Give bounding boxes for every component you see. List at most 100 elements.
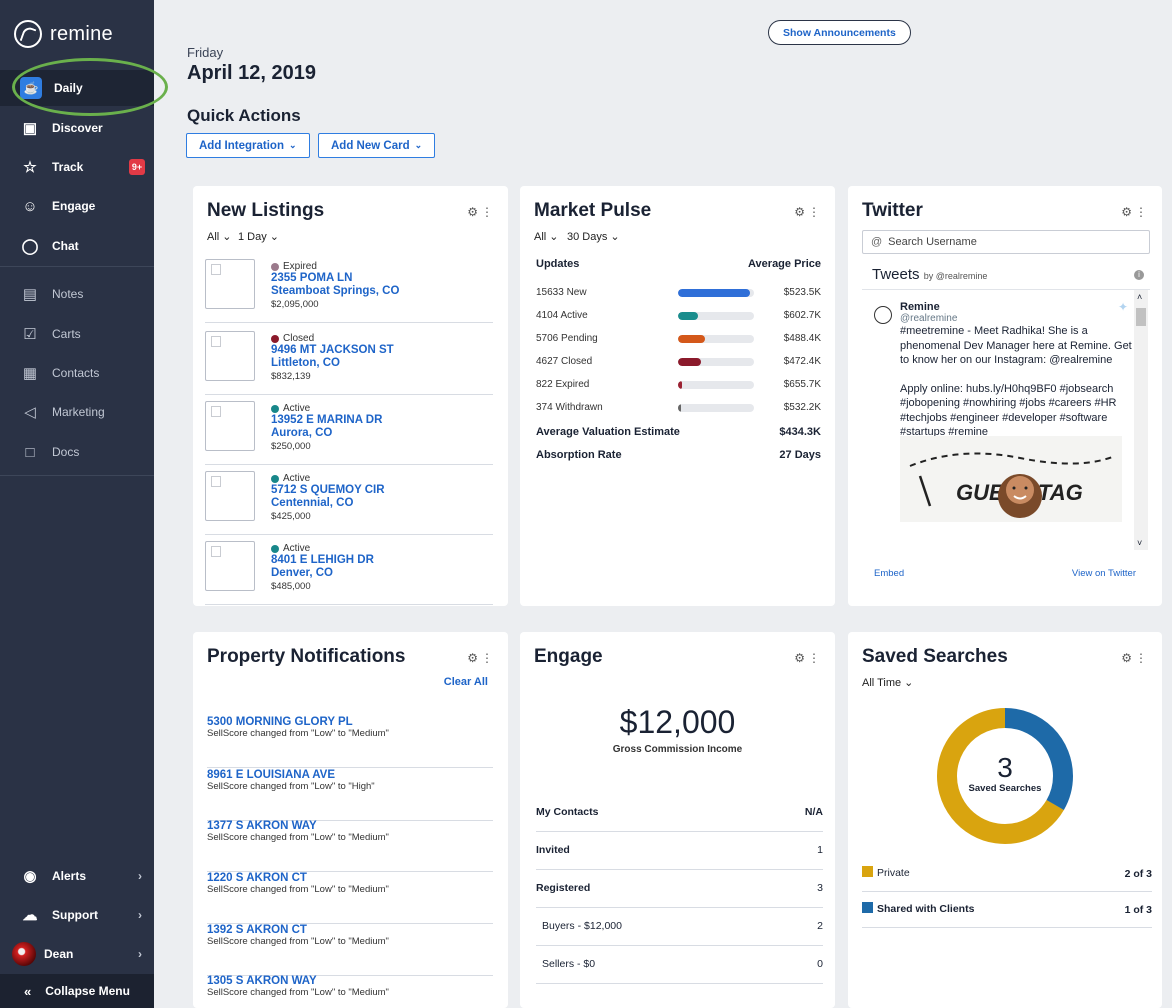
listing-address[interactable]: 13952 E MARINA DR (271, 414, 382, 426)
filter-range-dropdown[interactable]: 1 Day ⌄ (238, 230, 279, 243)
sidebar-item-profile[interactable]: Dean › (0, 936, 154, 972)
tweet-feed-header: Tweets by @realremine i (862, 260, 1150, 290)
notification-address[interactable]: 1377 S AKRON WAY (207, 820, 317, 832)
card-settings-icon[interactable]: ⚙⋮ (794, 205, 823, 219)
filter-status-dropdown[interactable]: All ⌄ (534, 230, 559, 243)
sidebar-item-daily[interactable]: ☕ Daily (0, 70, 154, 106)
card-settings-icon[interactable]: ⚙⋮ (1121, 205, 1150, 219)
listing-item[interactable]: Active 8401 E LEHIGH DR Denver, CO $485,… (205, 541, 493, 605)
legend-label: Shared with Clients (877, 903, 975, 915)
listing-city[interactable]: Littleton, CO (271, 357, 340, 369)
market-pulse-price: $488.4K (783, 333, 821, 344)
doc-icon: □ (25, 443, 35, 461)
engage-row-sellers[interactable]: Sellers - $0 0 (536, 946, 823, 984)
market-pulse-row[interactable]: 822 Expired $655.7K (536, 377, 821, 393)
engage-row-registered[interactable]: Registered 3 (536, 870, 823, 908)
tweet-text: #meetremine - Meet Radhika! She is a phe… (900, 324, 1132, 440)
collapse-menu-button[interactable]: « Collapse Menu (0, 974, 154, 1008)
listing-item[interactable]: Expired 2355 POMA LN Steamboat Springs, … (205, 259, 493, 323)
listing-city[interactable]: Centennial, CO (271, 497, 353, 509)
notification-item[interactable]: 1305 S AKRON WAY SellScore changed from … (207, 975, 493, 1008)
notification-item[interactable]: 8961 E LOUISIANA AVE SellScore changed f… (207, 769, 493, 821)
market-pulse-row[interactable]: 4627 Closed $472.4K (536, 354, 821, 370)
market-pulse-row[interactable]: 15633 New $523.5K (536, 285, 821, 301)
show-announcements-button[interactable]: Show Announcements (768, 20, 911, 45)
saved-searches-count-label: Saved Searches (968, 783, 1042, 794)
tweets-by-link[interactable]: by @realremine (924, 271, 988, 281)
notification-address[interactable]: 1392 S AKRON CT (207, 924, 307, 936)
status-label: Active (283, 473, 311, 484)
sidebar-item-marketing[interactable]: ◁ Marketing (0, 394, 154, 430)
tweet-scrollbar[interactable]: ˄ ˅ (1134, 290, 1148, 550)
view-on-twitter-link[interactable]: View on Twitter (1072, 568, 1136, 579)
chevron-right-icon: › (138, 908, 142, 922)
notification-item[interactable]: 5300 MORNING GLORY PL SellScore changed … (207, 716, 493, 768)
double-chevron-left-icon: « (24, 983, 32, 999)
sidebar-item-track[interactable]: ☆ Track 9+ (0, 149, 154, 185)
notification-address[interactable]: 1305 S AKRON WAY (207, 975, 317, 987)
sidebar-item-chat[interactable]: ◯ Chat (0, 228, 154, 264)
saved-search-row-private[interactable]: Private 2 of 3 (862, 856, 1152, 892)
listing-city[interactable]: Denver, CO (271, 567, 333, 579)
property-notifications-card: Property Notifications ⚙⋮ Clear All 5300… (193, 632, 508, 1008)
tweet-image[interactable]: GUEST TAG (900, 436, 1122, 522)
saved-search-row-shared[interactable]: Shared with Clients 1 of 3 (862, 892, 1152, 928)
engage-row-buyers[interactable]: Buyers - $12,000 2 (536, 908, 823, 946)
listing-address[interactable]: 9496 MT JACKSON ST (271, 344, 394, 356)
listing-item[interactable]: Active 13952 E MARINA DR Aurora, CO $250… (205, 401, 493, 465)
engage-row-invited[interactable]: Invited 1 (536, 832, 823, 870)
listing-city[interactable]: Aurora, CO (271, 427, 332, 439)
market-pulse-row[interactable]: 5706 Pending $488.4K (536, 331, 821, 347)
notification-address[interactable]: 8961 E LOUISIANA AVE (207, 769, 335, 781)
market-pulse-price: $602.7K (783, 310, 821, 321)
listing-city[interactable]: Steamboat Springs, CO (271, 285, 399, 297)
listing-address[interactable]: 8401 E LEHIGH DR (271, 554, 374, 566)
engage-row-contacts[interactable]: My Contacts N/A (536, 794, 823, 832)
notification-item[interactable]: 1392 S AKRON CT SellScore changed from "… (207, 924, 493, 976)
card-title: Property Notifications (207, 646, 406, 667)
market-pulse-price: $532.2K (783, 402, 821, 413)
sidebar-item-docs[interactable]: □ Docs (0, 434, 154, 470)
scroll-thumb[interactable] (1136, 308, 1146, 326)
notification-item[interactable]: 1377 S AKRON WAY SellScore changed from … (207, 820, 493, 872)
remine-logo[interactable]: remine (14, 20, 113, 48)
valuation-row: Average Valuation Estimate $434.3K (536, 426, 821, 438)
add-new-card-button[interactable]: Add New Card ⌄ (318, 133, 436, 158)
card-settings-icon[interactable]: ⚙⋮ (794, 651, 823, 665)
market-pulse-bar (678, 381, 754, 389)
card-settings-icon[interactable]: ⚙⋮ (467, 205, 496, 219)
add-integration-button[interactable]: Add Integration ⌄ (186, 133, 310, 158)
market-pulse-row[interactable]: 374 Withdrawn $532.2K (536, 400, 821, 416)
notification-item[interactable]: 1220 S AKRON CT SellScore changed from "… (207, 872, 493, 924)
filter-status-dropdown[interactable]: All ⌄ (207, 230, 232, 243)
scroll-up-icon[interactable]: ˄ (1137, 292, 1142, 302)
listing-item[interactable]: Active 5712 S QUEMOY CIR Centennial, CO … (205, 471, 493, 535)
info-icon[interactable]: i (1134, 270, 1144, 280)
sidebar: remine ☕ Daily ▣ Discover ☆ Track 9+ ☺ E… (0, 0, 154, 1008)
sidebar-item-notes[interactable]: ▤ Notes (0, 276, 154, 312)
scroll-down-icon[interactable]: ˅ (1137, 538, 1142, 548)
market-pulse-row[interactable]: 4104 Active $602.7K (536, 308, 821, 324)
sidebar-item-contacts[interactable]: ▦ Contacts (0, 355, 154, 391)
card-settings-icon[interactable]: ⚙⋮ (467, 651, 496, 665)
sidebar-item-support[interactable]: ☁ Support › (0, 897, 154, 933)
filter-range-dropdown[interactable]: 30 Days ⌄ (567, 230, 620, 243)
add-integration-label: Add Integration (199, 139, 284, 152)
market-pulse-label: 822 Expired (536, 379, 590, 390)
notification-address[interactable]: 5300 MORNING GLORY PL (207, 716, 353, 728)
listing-address[interactable]: 5712 S QUEMOY CIR (271, 484, 385, 496)
sidebar-item-engage[interactable]: ☺ Engage (0, 188, 154, 224)
sidebar-item-alerts[interactable]: ◉ Alerts › (0, 858, 154, 894)
listing-address[interactable]: 2355 POMA LN (271, 272, 352, 284)
twitter-search-input[interactable]: @ Search Username (862, 230, 1150, 254)
sidebar-item-discover[interactable]: ▣ Discover (0, 110, 154, 146)
clear-all-button[interactable]: Clear All (444, 676, 488, 688)
listing-item[interactable]: Closed 9496 MT JACKSON ST Littleton, CO … (205, 331, 493, 395)
sidebar-item-carts[interactable]: ☑ Carts (0, 316, 154, 352)
market-pulse-bar-fill (678, 289, 751, 297)
notification-address[interactable]: 1220 S AKRON CT (207, 872, 307, 884)
embed-link[interactable]: Embed (874, 568, 904, 579)
card-settings-icon[interactable]: ⚙⋮ (1121, 651, 1150, 665)
filter-range-dropdown[interactable]: All Time ⌄ (862, 676, 913, 689)
status-label: Active (283, 403, 311, 414)
